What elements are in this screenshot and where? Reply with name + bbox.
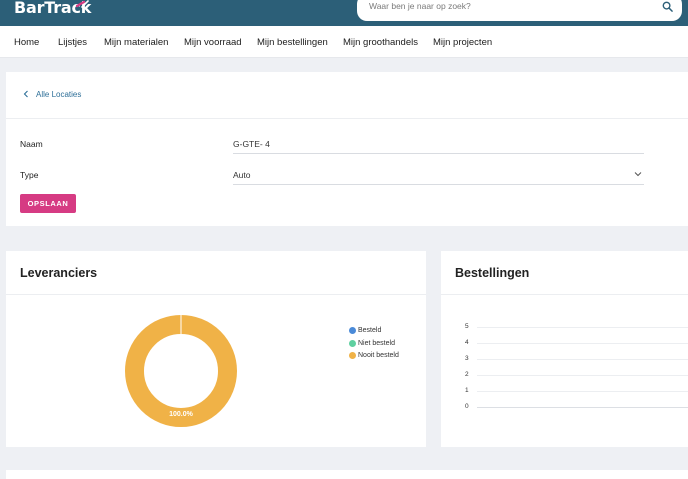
nav-item-mijn-projecten[interactable]: Mijn projecten <box>433 37 492 48</box>
logo-mark-icon <box>76 0 89 8</box>
nav-item-mijn-voorraad[interactable]: Mijn voorraad <box>184 37 242 48</box>
donut-data-label: 100.0% <box>169 411 194 418</box>
gridline <box>477 327 688 328</box>
suppliers-donut-chart: 100.0% <box>125 315 237 427</box>
nav-item-lijstjes[interactable]: Lijstjes <box>58 37 87 48</box>
legend-dot-besteld <box>349 327 356 334</box>
location-card <box>6 72 688 226</box>
card-divider <box>441 294 688 295</box>
y-tick-label: 4 <box>465 339 469 346</box>
suppliers-title: Leveranciers <box>20 266 98 280</box>
nav-item-mijn-groothandels[interactable]: Mijn groothandels <box>343 37 418 48</box>
y-tick-label: 1 <box>465 387 469 394</box>
name-field[interactable]: G-GTE- 4 <box>233 139 270 149</box>
gridline <box>477 343 688 344</box>
name-field-underline <box>233 153 644 154</box>
legend-label-nooit-besteld: Nooit besteld <box>358 352 399 359</box>
bottom-card <box>6 470 688 479</box>
save-button[interactable]: OPSLAAN <box>20 194 76 213</box>
nav-item-mijn-materialen[interactable]: Mijn materialen <box>104 37 168 48</box>
nav-item-mijn-bestellingen[interactable]: Mijn bestellingen <box>257 37 328 48</box>
gridline <box>477 375 688 376</box>
y-tick-label: 0 <box>465 403 469 410</box>
type-select[interactable]: Auto <box>233 170 251 180</box>
type-field-underline <box>233 184 644 185</box>
y-tick-label: 2 <box>465 371 469 378</box>
chevron-down-icon[interactable] <box>634 170 642 178</box>
search-icon[interactable] <box>662 1 673 12</box>
search-input[interactable] <box>369 1 649 11</box>
donut-slice <box>125 315 237 427</box>
main-nav: Home Lijstjes Mijn materialen Mijn voorr… <box>0 26 688 58</box>
gridline <box>477 359 688 360</box>
legend-label-niet-besteld: Niet besteld <box>358 340 395 347</box>
orders-title: Bestellingen <box>455 266 530 280</box>
back-link[interactable]: Alle Locaties <box>22 90 81 99</box>
gridline <box>477 407 688 408</box>
y-tick-label: 5 <box>465 323 469 330</box>
card-divider <box>6 118 688 119</box>
orders-card <box>441 251 688 447</box>
nav-item-home[interactable]: Home <box>14 37 39 48</box>
top-bar: BarTrack <box>0 0 688 26</box>
legend-dot-niet-besteld <box>349 340 356 347</box>
type-label: Type <box>20 170 39 180</box>
legend-dot-nooit-besteld <box>349 352 356 359</box>
back-link-label: Alle Locaties <box>36 90 82 99</box>
chevron-left-icon <box>23 90 28 98</box>
name-label: Naam <box>20 139 43 149</box>
search-box <box>357 0 682 21</box>
legend-label-besteld: Besteld <box>358 327 382 334</box>
y-tick-label: 3 <box>465 355 469 362</box>
card-divider <box>6 294 426 295</box>
gridline <box>477 391 688 392</box>
